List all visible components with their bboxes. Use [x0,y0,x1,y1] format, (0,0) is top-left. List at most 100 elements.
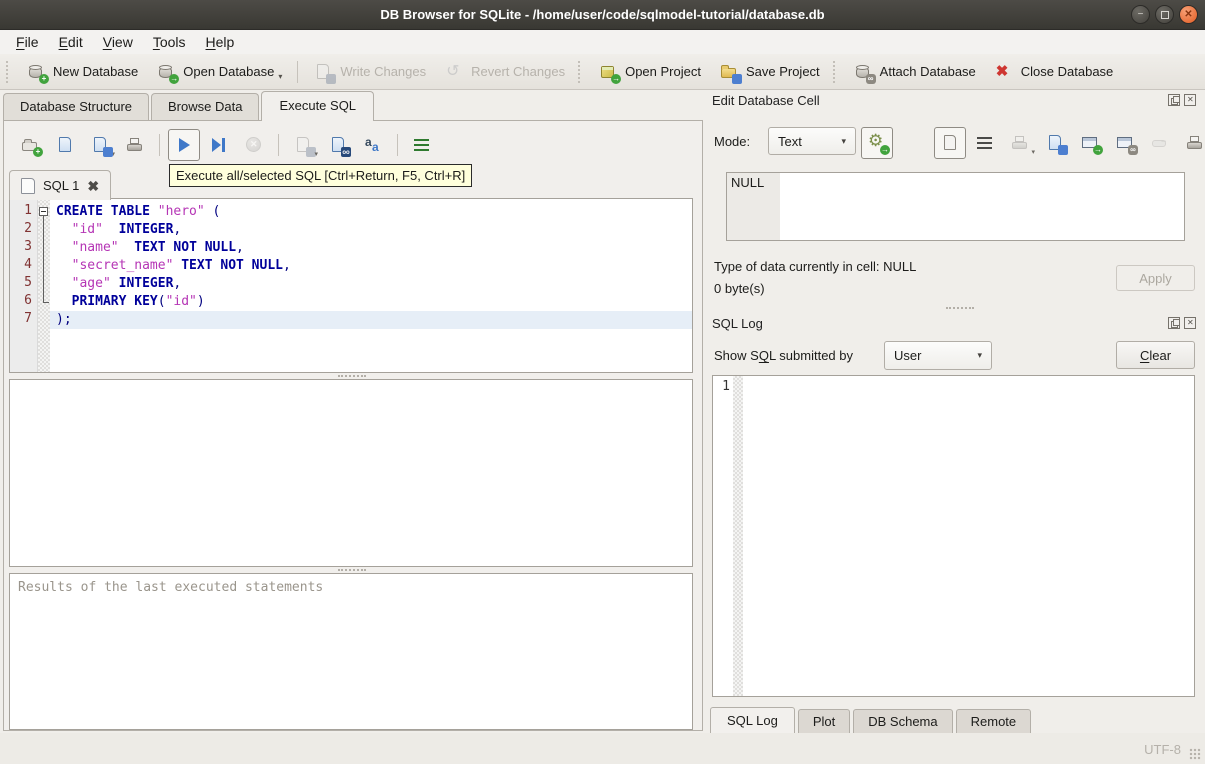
open-database-icon [156,62,180,84]
open-sql-file-button[interactable] [49,129,81,161]
code-line[interactable]: "id" INTEGER, [50,221,692,239]
float-dock-icon[interactable] [1168,317,1180,329]
print-cell-button[interactable] [1179,127,1205,159]
save-sql-file-button[interactable]: ▾ [84,129,116,161]
revert-changes-button-label: Revert Changes [471,64,566,79]
attach-database-button[interactable]: Attach Database [844,58,985,86]
text-mode-button[interactable] [934,127,966,159]
execute-all-button[interactable] [168,129,200,161]
print-button[interactable] [119,129,151,161]
toolbar-handle[interactable] [578,60,585,83]
save-project-icon [719,62,742,84]
badge-arrow [1093,145,1103,155]
dock-tab-bar: SQL Log Plot DB Schema Remote [710,707,1034,735]
open-database-button[interactable]: Open Database▾ [147,58,291,86]
fold-guide [38,239,50,257]
fold-marker[interactable] [38,203,50,221]
find-button[interactable] [322,129,354,161]
toolbar-handle[interactable] [6,60,13,83]
save-as-button[interactable] [1039,127,1071,159]
open-sql-file-icon [55,135,75,155]
splitter-handle[interactable] [338,569,366,571]
tab-browse-data[interactable]: Browse Data [151,93,260,120]
close-tab-icon[interactable]: ✖ [87,179,99,193]
badge-arrow [611,73,622,84]
menu-file[interactable]: File [6,32,49,52]
code-line[interactable]: "name" TEXT NOT NULL, [50,239,692,257]
badge-floppy [326,73,337,84]
minimize-icon[interactable]: − [1131,5,1150,24]
code-line[interactable]: PRIMARY KEY("id") [50,293,692,311]
mode-select[interactable]: Text ▾ [768,127,856,155]
cell-value-editor[interactable]: NULL [726,172,1185,241]
word-wrap-icon [975,133,995,153]
gear-icon [867,131,890,155]
menu-view[interactable]: View [93,32,143,52]
dock-tab-sql-log[interactable]: SQL Log [710,707,795,735]
sql-editor-toolbar: ▾▾ [14,129,438,161]
dock-tab-db-schema[interactable]: DB Schema [853,709,953,735]
close-icon[interactable]: ✕ [1179,5,1198,24]
close-database-button[interactable]: Close Database [985,58,1123,86]
splitter-handle[interactable] [946,307,974,309]
line-number: 3 [24,239,32,254]
maximize-icon[interactable] [1155,5,1174,24]
menu-tools[interactable]: Tools [143,32,196,52]
toolbar-separator [278,134,279,156]
toolbar-handle[interactable] [832,60,840,83]
code-line[interactable]: "age" INTEGER, [50,275,692,293]
print-cell-icon [1185,133,1205,153]
close-dock-icon[interactable] [1184,317,1196,329]
tab-database-structure[interactable]: Database Structure [3,93,150,120]
new-database-button[interactable]: New Database [17,58,147,86]
code-area[interactable]: CREATE TABLE "hero" ( "id" INTEGER, "nam… [50,199,692,372]
line-number: 2 [24,221,32,236]
auto-switch-mode-button[interactable] [861,127,893,159]
code-line[interactable]: "secret_name" TEXT NOT NULL, [50,257,692,275]
dropdown-caret-icon: ▾ [1031,149,1035,156]
window-title: DB Browser for SQLite - /home/user/code/… [380,7,825,22]
set-null-icon [1150,133,1170,153]
clear-log-button[interactable]: Clear [1116,341,1195,369]
dock-tab-plot[interactable]: Plot [797,709,851,735]
open-url-button[interactable] [1109,127,1141,159]
dock-title: Edit Database Cell [712,93,820,108]
code-line[interactable]: ); [50,311,692,329]
sql-tab-label: SQL 1 [43,178,80,193]
open-project-button[interactable]: Open Project [589,58,710,86]
dropdown-caret-icon[interactable]: ▾ [278,72,282,82]
export-button[interactable] [1074,127,1106,159]
sql-log-dock: SQL Log Show SQL submitted by User ▾ Cle… [706,307,1200,735]
tab-execute-sql[interactable]: Execute SQL [261,91,375,121]
log-filter-select[interactable]: User ▾ [884,341,992,370]
dock-tab-remote[interactable]: Remote [955,709,1032,735]
indent-lines-button[interactable] [406,129,438,161]
execute-current-line-button[interactable] [203,129,235,161]
line-number: 7 [24,311,32,326]
float-dock-icon[interactable] [1168,94,1180,106]
execute-sql-page: ▾▾ Execute all/selected SQL [Ctrl+Return… [3,120,703,731]
save-project-button[interactable]: Save Project [710,58,829,86]
word-wrap-button[interactable] [969,127,1001,159]
line-number-gutter: 1 2 3 4 5 6 7 [10,199,38,372]
results-grid[interactable] [9,379,693,567]
sql-document-tab[interactable]: SQL 1 ✖ [9,170,112,200]
format-sql-button[interactable] [357,129,389,161]
open-tab-button[interactable] [14,129,46,161]
save-results-button: ▾ [287,129,319,161]
close-database-button-label: Close Database [1020,64,1114,79]
menu-edit[interactable]: Edit [49,32,93,52]
resize-grip[interactable] [1189,748,1201,760]
badge-floppy [731,73,742,84]
sql-code-editor[interactable]: 1 2 3 4 5 6 7 CREATE TABLE "hero" ( "id" INTEG… [9,198,693,373]
close-dock-icon[interactable] [1184,94,1196,106]
menu-help[interactable]: Help [196,32,245,52]
results-message-area[interactable]: Results of the last executed statements [9,573,693,730]
execute-current-line-icon [209,135,229,155]
code-line[interactable]: CREATE TABLE "hero" ( [50,203,692,221]
splitter-handle[interactable] [338,375,366,377]
open-url-icon [1115,133,1138,155]
sql-log-area[interactable]: 1 [712,375,1195,697]
tooltip-text: Execute all/selected SQL [Ctrl+Return, F… [176,168,466,183]
new-database-button-label: New Database [53,64,139,79]
